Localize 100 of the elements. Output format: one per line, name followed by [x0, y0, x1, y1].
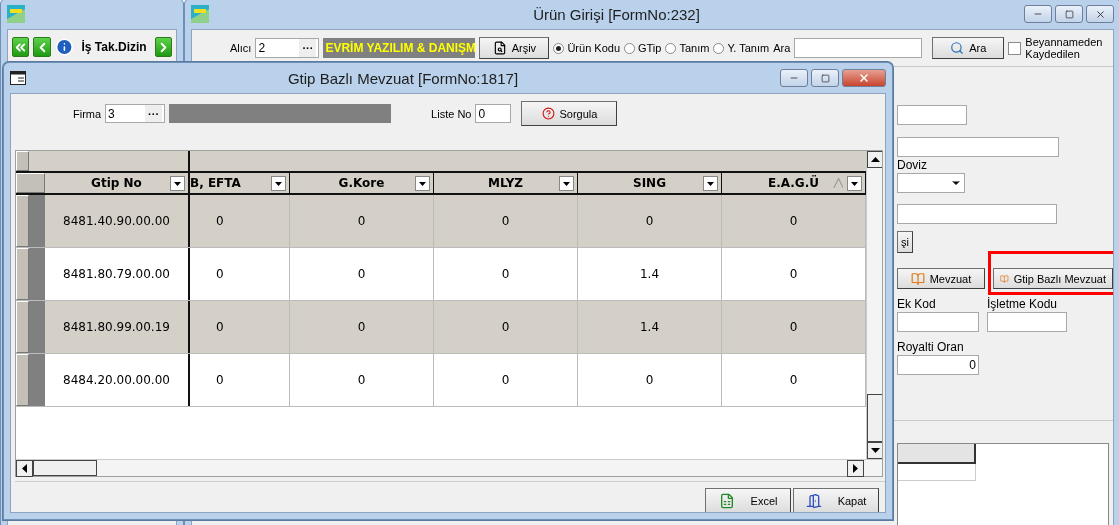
table-cell: 0: [290, 248, 434, 300]
table-cell: 0: [190, 354, 290, 406]
right-triangle-icon: [853, 463, 858, 473]
filter-dropdown-button[interactable]: [847, 176, 862, 191]
form-icon: [10, 71, 26, 85]
minimize-button[interactable]: [780, 69, 808, 87]
saved-checkbox[interactable]: Beyannameden Kaydedilen: [1008, 36, 1106, 60]
document-search-icon: [492, 41, 507, 55]
table-cell: 1.4: [578, 248, 722, 300]
table-cell: 0: [434, 301, 578, 353]
lookup-button[interactable]: ···: [299, 39, 317, 57]
currency-dropdown[interactable]: [897, 173, 965, 193]
table-cell: 8484.20.00.00.00: [45, 354, 190, 406]
row-marker: [29, 301, 45, 353]
filter-dropdown-button[interactable]: [415, 176, 430, 191]
spreadsheet-icon: [718, 493, 735, 509]
filter-dropdown-button[interactable]: [170, 176, 185, 191]
scroll-thumb[interactable]: [867, 394, 882, 442]
table-cell: 0: [190, 195, 290, 247]
table-cell: 0: [190, 301, 290, 353]
extra-code-label: Ek Kod: [897, 297, 937, 311]
table-cell: 1.4: [578, 301, 722, 353]
window-title: Ürün Girişi [FormNo:232]: [532, 5, 701, 23]
company-name: EVRİM YAZILIM & DANIŞM: [323, 38, 476, 58]
maximize-button[interactable]: [811, 69, 839, 87]
close-button[interactable]: Kapat: [793, 488, 879, 512]
down-triangle-icon: [707, 181, 714, 186]
down-triangle-icon: [275, 181, 282, 186]
query-button[interactable]: Sorgula: [521, 101, 618, 126]
first-button[interactable]: [12, 37, 30, 57]
search-option[interactable]: Tanım: [665, 42, 710, 54]
search-button[interactable]: Ara: [932, 37, 1005, 59]
partial-button[interactable]: şi: [897, 231, 913, 253]
company-label: Firma: [73, 107, 102, 120]
search-label: Ara: [773, 42, 791, 54]
filter-dropdown-button[interactable]: [559, 176, 574, 191]
archive-button[interactable]: Arşiv: [479, 37, 550, 59]
row-selector[interactable]: [16, 301, 29, 353]
close-icon: [858, 72, 870, 84]
maximize-icon: [1064, 9, 1074, 19]
maximize-button[interactable]: [1055, 5, 1083, 23]
toolbar-label: İş Tak.Dizin: [81, 40, 147, 54]
list-label: Liste No: [431, 107, 472, 120]
logo-icon: [7, 5, 25, 23]
extra-code-field[interactable]: [897, 312, 979, 332]
excel-button[interactable]: Excel: [705, 488, 791, 512]
minimize-button[interactable]: [1024, 5, 1052, 23]
close-button[interactable]: [842, 69, 886, 87]
sort-icon: [833, 178, 843, 188]
search-option[interactable]: GTip: [624, 42, 662, 54]
company-field[interactable]: 3 ···: [105, 104, 166, 123]
text-field[interactable]: [897, 204, 1057, 224]
close-button[interactable]: [1086, 5, 1114, 23]
search-field[interactable]: [794, 38, 923, 58]
scroll-left-button[interactable]: [16, 459, 33, 477]
column-header[interactable]: MLYZ: [434, 173, 578, 193]
search-option[interactable]: Y. Tanım: [713, 42, 770, 54]
scroll-thumb[interactable]: [33, 460, 97, 476]
text-field[interactable]: [897, 137, 1059, 157]
text-field[interactable]: [897, 105, 967, 125]
row-selector[interactable]: [16, 354, 29, 406]
business-code-label: İşletme Kodu: [987, 297, 1059, 311]
table-cell: 0: [290, 354, 434, 406]
door-icon: [805, 493, 822, 509]
maximize-icon: [820, 73, 830, 83]
question-icon: [541, 107, 555, 120]
next-button[interactable]: [154, 37, 172, 57]
table-cell: 0: [434, 248, 578, 300]
gtip-regulation-button[interactable]: Gtip Bazlı Mevzuat: [993, 268, 1113, 289]
down-triangle-icon: [851, 181, 858, 186]
back-button[interactable]: [33, 37, 51, 57]
down-triangle-icon: [563, 181, 570, 186]
scroll-right-button[interactable]: [847, 459, 864, 477]
column-header[interactable]: Gtip No: [45, 173, 190, 193]
table-cell: 0: [434, 195, 578, 247]
down-triangle-icon: [419, 181, 426, 186]
filter-dropdown-button[interactable]: [703, 176, 718, 191]
search-option[interactable]: Ürün Kodu: [553, 42, 620, 54]
business-code-field[interactable]: [987, 312, 1067, 332]
column-header[interactable]: E.A.G.Ü: [722, 173, 866, 193]
table-cell: 0: [434, 354, 578, 406]
dialog-title: Gtip Bazlı Mevzuat [FormNo:1817]: [286, 69, 520, 87]
list-field[interactable]: 0: [475, 104, 512, 123]
info-icon[interactable]: [54, 36, 74, 58]
royalty-field[interactable]: 0: [897, 355, 979, 375]
regulation-button[interactable]: Mevzuat: [897, 268, 985, 289]
currency-label: Doviz: [897, 158, 928, 172]
table-cell: 0: [578, 354, 722, 406]
scroll-down-button[interactable]: [867, 442, 882, 459]
lookup-button[interactable]: ···: [145, 105, 163, 122]
scroll-up-button[interactable]: [867, 151, 882, 168]
column-header[interactable]: B, EFTA: [190, 173, 290, 193]
row-selector[interactable]: [16, 248, 29, 300]
column-header[interactable]: G.Kore: [290, 173, 434, 193]
column-header[interactable]: SING: [578, 173, 722, 193]
buyer-field[interactable]: 2 ···: [255, 38, 320, 58]
row-selector[interactable]: [16, 195, 29, 247]
royalty-label: Royalti Oran: [897, 340, 965, 354]
row-marker: [29, 354, 45, 406]
filter-dropdown-button[interactable]: [271, 176, 286, 191]
